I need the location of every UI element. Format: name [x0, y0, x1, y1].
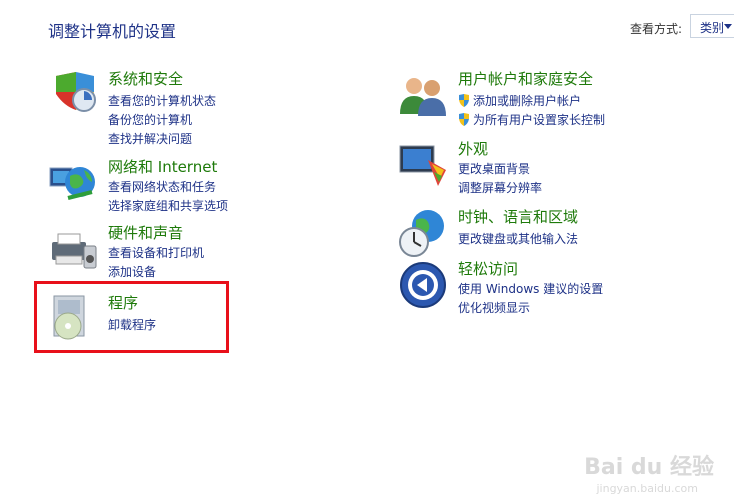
link-troubleshoot[interactable]: 查找并解决问题: [108, 130, 192, 147]
network-globe-icon: [49, 167, 95, 200]
view-by-value: 类别: [700, 21, 725, 35]
printer-speaker-icon: [52, 233, 97, 269]
category-heading-system-security[interactable]: 系统和安全: [108, 68, 183, 89]
link-optimize-display[interactable]: 优化视频显示: [458, 299, 530, 316]
highlight-box: [34, 281, 229, 353]
category-heading-network-internet[interactable]: 网络和 Internet: [108, 156, 217, 177]
category-heading-user-accounts[interactable]: 用户帐户和家庭安全: [458, 68, 593, 89]
link-windows-suggested[interactable]: 使用 Windows 建议的设置: [458, 280, 603, 297]
link-change-background[interactable]: 更改桌面背景: [458, 160, 530, 177]
link-add-remove-accounts[interactable]: 添加或删除用户帐户: [458, 92, 581, 109]
view-by-dropdown[interactable]: 类别: [690, 14, 734, 38]
link-keyboard-input[interactable]: 更改键盘或其他输入法: [458, 230, 578, 247]
page-title: 调整计算机的设置: [48, 22, 177, 41]
view-by-label: 查看方式:: [629, 22, 682, 36]
link-homegroup-sharing[interactable]: 选择家庭组和共享选项: [108, 197, 228, 214]
link-backup-computer[interactable]: 备份您的计算机: [108, 111, 192, 128]
uac-shield-icon: [459, 113, 469, 126]
category-heading-clock-region[interactable]: 时钟、语言和区域: [458, 206, 578, 227]
users-icon: [400, 78, 446, 116]
link-view-network-status[interactable]: 查看网络状态和任务: [108, 178, 216, 195]
category-heading-hardware-sound[interactable]: 硬件和声音: [108, 222, 183, 243]
monitor-palette-icon: [399, 145, 446, 186]
link-label: 为所有用户设置家长控制: [473, 113, 606, 127]
link-add-device[interactable]: 添加设备: [108, 263, 156, 280]
chevron-down-icon: [724, 24, 732, 29]
link-screen-resolution[interactable]: 调整屏幕分辨率: [458, 179, 542, 196]
globe-clock-icon: [399, 210, 444, 257]
uac-shield-icon: [459, 94, 469, 107]
link-label: 添加或删除用户帐户: [473, 94, 582, 108]
category-heading-appearance[interactable]: 外观: [458, 138, 488, 159]
category-heading-ease-of-access[interactable]: 轻松访问: [458, 258, 518, 279]
watermark-brand: Bai du 经验: [584, 455, 714, 480]
link-view-computer-status[interactable]: 查看您的计算机状态: [108, 92, 216, 109]
link-devices-printers[interactable]: 查看设备和打印机: [108, 244, 204, 261]
shield-icon: [56, 72, 96, 112]
ease-of-access-icon: [400, 262, 446, 308]
link-parental-controls[interactable]: 为所有用户设置家长控制: [458, 111, 605, 128]
watermark-url: jingyan.baidu.com: [596, 482, 698, 495]
